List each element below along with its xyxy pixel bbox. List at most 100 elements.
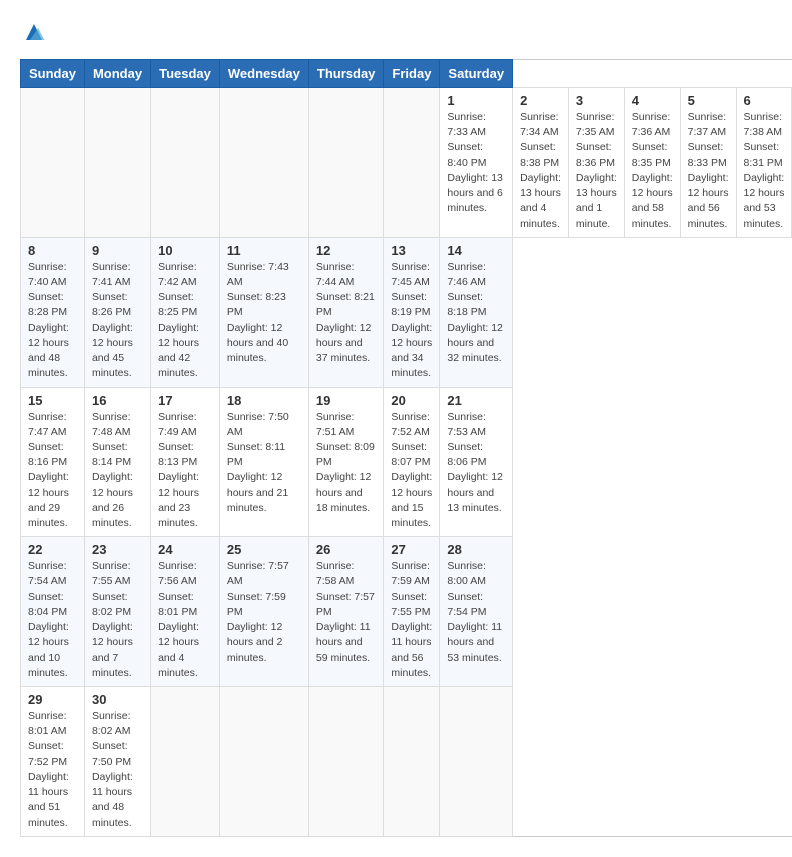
- day-info: Sunrise: 7:35 AMSunset: 8:36 PMDaylight:…: [576, 110, 617, 232]
- sunset: Sunset: 8:25 PM: [158, 291, 197, 318]
- calendar-day-cell: 1 Sunrise: 7:33 AMSunset: 8:40 PMDaylight…: [440, 88, 513, 238]
- sunset: Sunset: 8:01 PM: [158, 591, 197, 618]
- sunrise: Sunrise: 7:47 AM: [28, 411, 67, 438]
- sunrise: Sunrise: 7:37 AM: [688, 111, 727, 138]
- sunrise: Sunrise: 7:57 AM: [227, 560, 289, 587]
- sunset: Sunset: 8:33 PM: [688, 141, 727, 168]
- sunrise: Sunrise: 7:41 AM: [92, 261, 131, 288]
- day-info: Sunrise: 7:53 AMSunset: 8:06 PMDaylight:…: [447, 410, 505, 517]
- sunset: Sunset: 8:38 PM: [520, 141, 559, 168]
- sunrise: Sunrise: 7:55 AM: [92, 560, 131, 587]
- sunset: Sunset: 8:31 PM: [744, 141, 783, 168]
- day-number: 23: [92, 542, 143, 557]
- daylight: Daylight: 12 hours and 29 minutes.: [28, 471, 69, 529]
- day-number: 28: [447, 542, 505, 557]
- calendar-day-cell: [219, 88, 308, 238]
- calendar-week-row: 15 Sunrise: 7:47 AMSunset: 8:16 PMDayligh…: [21, 387, 792, 537]
- day-info: Sunrise: 7:49 AMSunset: 8:13 PMDaylight:…: [158, 410, 212, 532]
- day-number: 22: [28, 542, 77, 557]
- day-number: 17: [158, 393, 212, 408]
- calendar-day-cell: 29Sunrise: 8:01 AMSunset: 7:52 PMDayligh…: [21, 687, 85, 837]
- day-number: 27: [391, 542, 432, 557]
- sunrise: Sunrise: 8:02 AM: [92, 710, 131, 737]
- sunrise: Sunrise: 7:54 AM: [28, 560, 67, 587]
- sunset: Sunset: 7:55 PM: [391, 591, 430, 618]
- sunset: Sunset: 8:28 PM: [28, 291, 67, 318]
- calendar-day-cell: 16Sunrise: 7:48 AMSunset: 8:14 PMDayligh…: [84, 387, 150, 537]
- daylight: Daylight: 12 hours and 2 minutes.: [227, 621, 282, 663]
- calendar-week-row: 1 Sunrise: 7:33 AMSunset: 8:40 PMDaylight…: [21, 88, 792, 238]
- sunrise: Sunrise: 7:48 AM: [92, 411, 131, 438]
- day-number: 19: [316, 393, 377, 408]
- calendar-week-row: 8Sunrise: 7:40 AMSunset: 8:28 PMDaylight…: [21, 237, 792, 387]
- day-info: Sunrise: 7:50 AMSunset: 8:11 PMDaylight:…: [227, 410, 301, 517]
- day-number: 25: [227, 542, 301, 557]
- daylight: Daylight: 12 hours and 53 minutes.: [744, 172, 785, 230]
- sunrise: Sunrise: 8:01 AM: [28, 710, 67, 737]
- sunrise: Sunrise: 7:46 AM: [447, 261, 486, 288]
- day-info: Sunrise: 8:00 AMSunset: 7:54 PMDaylight:…: [447, 559, 505, 666]
- sunset: Sunset: 8:11 PM: [227, 441, 285, 468]
- day-number: 1: [447, 93, 505, 108]
- calendar-day-cell: 9Sunrise: 7:41 AMSunset: 8:26 PMDaylight…: [84, 237, 150, 387]
- day-number: 15: [28, 393, 77, 408]
- calendar-day-cell: 15 Sunrise: 7:47 AMSunset: 8:16 PMDayligh…: [21, 387, 85, 537]
- day-number: 9: [92, 243, 143, 258]
- sunrise: Sunrise: 7:38 AM: [744, 111, 783, 138]
- calendar-day-cell: 18Sunrise: 7:50 AMSunset: 8:11 PMDayligh…: [219, 387, 308, 537]
- sunrise: Sunrise: 7:43 AM: [227, 261, 289, 288]
- calendar-day-header: Friday: [384, 60, 440, 88]
- calendar-day-cell: 11Sunrise: 7:43 AMSunset: 8:23 PMDayligh…: [219, 237, 308, 387]
- sunset: Sunset: 8:04 PM: [28, 591, 67, 618]
- calendar-day-cell: 12 Sunrise: 7:44 AM Sunset: 8:21 PM Dayligh…: [308, 237, 384, 387]
- day-info: Sunrise: 7:47 AMSunset: 8:16 PMDaylight:…: [28, 410, 77, 532]
- daylight: Daylight: 11 hours and 51 minutes.: [28, 771, 69, 829]
- daylight: Daylight: 13 hours and 1 minute.: [576, 172, 617, 230]
- day-info: Sunrise: 7:44 AM Sunset: 8:21 PM Daylight:…: [316, 260, 377, 367]
- sunset: Sunset: 8:19 PM: [391, 291, 430, 318]
- calendar-day-cell: 30Sunrise: 8:02 AMSunset: 7:50 PMDayligh…: [84, 687, 150, 837]
- sunset: Sunset: 7:50 PM: [92, 740, 131, 767]
- calendar-day-cell: [21, 88, 85, 238]
- daylight: Daylight: 12 hours and 4 minutes.: [158, 621, 199, 679]
- day-info: Sunrise: 7:55 AMSunset: 8:02 PMDaylight:…: [92, 559, 143, 681]
- sunrise: Sunrise: 7:49 AM: [158, 411, 197, 438]
- daylight: Daylight: 12 hours and 37 minutes.: [316, 322, 371, 364]
- sunset: Sunset: 7:57 PM: [316, 591, 375, 618]
- calendar-day-cell: 6Sunrise: 7:38 AMSunset: 8:31 PMDaylight…: [736, 88, 792, 238]
- sunset: Sunset: 8:06 PM: [447, 441, 486, 468]
- day-number: 29: [28, 692, 77, 707]
- sunrise: Sunrise: 7:44 AM: [316, 261, 355, 288]
- daylight: Daylight: 12 hours and 48 minutes.: [28, 322, 69, 380]
- daylight: Daylight: 12 hours and 21 minutes.: [227, 471, 288, 513]
- sunset: Sunset: 7:59 PM: [227, 591, 286, 618]
- daylight: Daylight: 12 hours and 42 minutes.: [158, 322, 199, 380]
- calendar-week-row: 29Sunrise: 8:01 AMSunset: 7:52 PMDayligh…: [21, 687, 792, 837]
- day-info: Sunrise: 7:43 AMSunset: 8:23 PMDaylight:…: [227, 260, 301, 367]
- day-info: Sunrise: 8:02 AMSunset: 7:50 PMDaylight:…: [92, 709, 143, 831]
- sunrise: Sunrise: 7:36 AM: [632, 111, 671, 138]
- day-info: Sunrise: 7:33 AMSunset: 8:40 PMDaylight:…: [447, 110, 505, 217]
- day-number: 20: [391, 393, 432, 408]
- logo: [20, 20, 46, 49]
- calendar-day-cell: 4Sunrise: 7:36 AMSunset: 8:35 PMDaylight…: [624, 88, 680, 238]
- sunrise: Sunrise: 8:00 AM: [447, 560, 486, 587]
- daylight: Daylight: 12 hours and 15 minutes.: [391, 471, 432, 529]
- calendar-day-cell: [308, 88, 384, 238]
- sunrise: Sunrise: 7:53 AM: [447, 411, 486, 438]
- calendar-day-cell: 13Sunrise: 7:45 AMSunset: 8:19 PMDayligh…: [384, 237, 440, 387]
- sunset: Sunset: 8:02 PM: [92, 591, 131, 618]
- sunrise: Sunrise: 7:45 AM: [391, 261, 430, 288]
- day-info: Sunrise: 7:58 AMSunset: 7:57 PMDaylight:…: [316, 559, 377, 666]
- calendar-day-header: Saturday: [440, 60, 513, 88]
- sunset: Sunset: 8:21 PM: [316, 291, 375, 318]
- daylight: Daylight: 12 hours and 40 minutes.: [227, 322, 288, 364]
- calendar-day-cell: 2Sunrise: 7:34 AMSunset: 8:38 PMDaylight…: [513, 88, 569, 238]
- day-info: Sunrise: 7:56 AMSunset: 8:01 PMDaylight:…: [158, 559, 212, 681]
- sunset: Sunset: 7:54 PM: [447, 591, 486, 618]
- sunrise: Sunrise: 7:52 AM: [391, 411, 430, 438]
- sunrise: Sunrise: 7:33 AM: [447, 111, 486, 138]
- day-number: 12: [316, 243, 377, 258]
- calendar-day-cell: 8Sunrise: 7:40 AMSunset: 8:28 PMDaylight…: [21, 237, 85, 387]
- day-info: Sunrise: 7:40 AMSunset: 8:28 PMDaylight:…: [28, 260, 77, 382]
